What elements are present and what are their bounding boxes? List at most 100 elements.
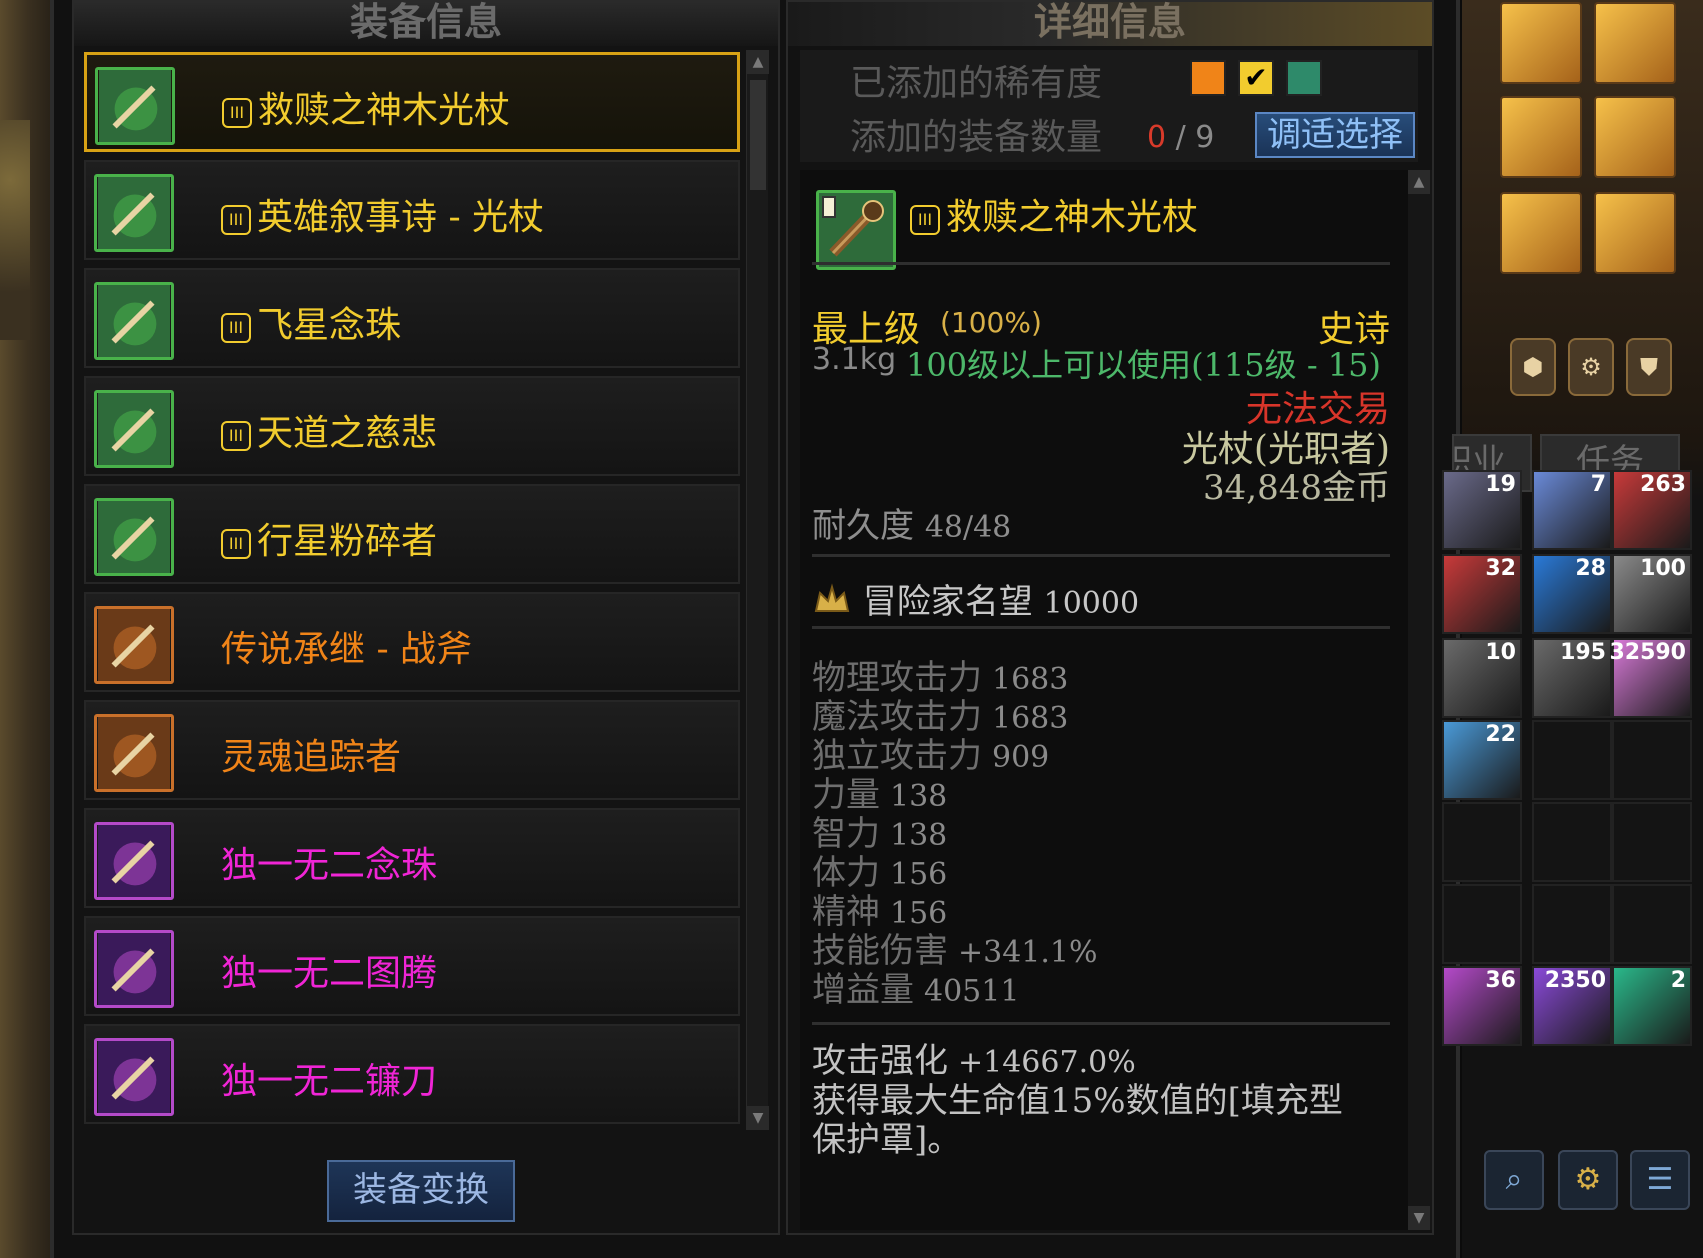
detail-scrollbar[interactable]: ▲ ▼ [1408, 170, 1432, 1230]
adjust-selection-button[interactable]: 调适选择 [1255, 112, 1415, 158]
equipped-accessory-slot[interactable] [1594, 192, 1676, 274]
inventory-slot[interactable]: 2 [1612, 966, 1692, 1046]
scythe-icon [94, 714, 174, 792]
equipped-shoulder-slot[interactable] [1500, 2, 1582, 84]
gear-icon[interactable]: ⚙ [1558, 1150, 1618, 1210]
item-stack-count: 36 [1485, 968, 1516, 993]
rosary-icon [94, 822, 174, 900]
scroll-up-button[interactable]: ▲ [1408, 170, 1430, 194]
equipment-list: III 救赎之神木光杖 III 英雄叙事诗 - 光杖 III 飞星念珠 III 天道之慈悲 II… [84, 52, 740, 1132]
equipment-list-item[interactable]: 传说承继 - 战斧 [84, 592, 740, 692]
item-stack-count: 100 [1640, 556, 1686, 581]
inventory-slot[interactable] [1612, 802, 1692, 882]
inventory-slot[interactable] [1532, 720, 1612, 800]
inventory-slot[interactable]: 28 [1532, 554, 1612, 634]
equipment-item-name: III 飞星念珠 [221, 296, 401, 348]
inventory-slot[interactable]: 2350 [1532, 966, 1612, 1046]
equipment-item-name: 独一无二镰刀 [221, 1061, 438, 1102]
equipped-belt-slot[interactable] [1594, 96, 1676, 178]
inventory-slot[interactable]: 19 [1442, 470, 1522, 550]
inventory-slot[interactable] [1612, 884, 1692, 964]
check-icon: ✔ [1244, 61, 1268, 94]
scroll-thumb[interactable] [750, 80, 766, 190]
scroll-up-button[interactable]: ▲ [747, 50, 769, 74]
item-stack-count: 32 [1485, 556, 1516, 581]
equipment-item-name: III 行星粉碎者 [221, 512, 437, 564]
staff-icon [95, 67, 175, 145]
equipment-item-name: 传说承继 - 战斧 [221, 629, 473, 670]
item-price: 34,848金币 [1203, 468, 1390, 508]
detail-info-panel: 详细信息 已添加的稀有度 ✔ 添加的装备数量 0 / 9 调适选择 III 救赎之… [786, 0, 1434, 1235]
item-stack-count: 263 [1640, 472, 1686, 497]
inventory-slot[interactable] [1532, 802, 1612, 882]
inventory-slot[interactable]: 32590 [1609, 638, 1692, 718]
equipment-item-name: 独一无二念珠 [221, 845, 438, 886]
equipment-list-item[interactable]: 独一无二镰刀 [84, 1024, 740, 1124]
equipment-list-scrollbar[interactable]: ▲ ▼ [746, 50, 769, 1130]
equipped-top-slot[interactable] [1594, 2, 1676, 84]
item-stack-count: 19 [1485, 472, 1516, 497]
inventory-slot[interactable] [1532, 884, 1612, 964]
epic-rarity-toggle[interactable]: ✔ [1238, 60, 1274, 96]
inventory-slot[interactable]: 22 [1442, 720, 1522, 800]
item-weight: 3.1kg [812, 342, 897, 377]
stat-row: 魔法攻击力 1683 [812, 697, 1069, 737]
legend-rarity-toggle[interactable] [1190, 60, 1226, 96]
equipment-item-name: 灵魂追踪者 [221, 737, 402, 778]
gauntlet-icon [94, 390, 174, 468]
inventory-slot[interactable]: 10 [1442, 638, 1522, 718]
equipment-list-item[interactable]: III 行星粉碎者 [84, 484, 740, 584]
divider [812, 1022, 1390, 1025]
scythe-icon [94, 1038, 174, 1116]
inventory-slot[interactable]: 32 [1442, 554, 1522, 634]
adventurer-fame: 冒险家名望 10000 [812, 574, 1139, 623]
equipment-swap-button[interactable]: 装备变换 [327, 1160, 515, 1222]
equipment-list-item[interactable]: III 天道之慈悲 [84, 376, 740, 476]
gear-ring-icon[interactable]: ⚙ [1568, 338, 1614, 396]
divider [812, 554, 1390, 557]
item-durability: 耐久度 48/48 [812, 506, 1012, 546]
rarity-label: 已添加的稀有度 [850, 63, 1103, 104]
cube-icon[interactable]: ⬢ [1510, 338, 1556, 396]
equipment-count-label: 添加的装备数量 [850, 117, 1103, 158]
inventory-slot[interactable]: 100 [1612, 554, 1692, 634]
equipment-list-item[interactable]: III 救赎之神木光杖 [84, 52, 740, 152]
equipped-pants-slot[interactable] [1500, 96, 1582, 178]
item-special-effect: 攻击强化 +14667.0% 获得最大生命值15%数值的[填充型保护罩]。 [812, 1042, 1372, 1160]
inventory-slot[interactable] [1442, 884, 1522, 964]
equipment-list-item[interactable]: III 飞星念珠 [84, 268, 740, 368]
staff-icon [94, 174, 174, 252]
inventory-slot[interactable] [1612, 720, 1692, 800]
stat-row: 体力 156 [812, 853, 948, 893]
item-stack-count: 2350 [1544, 968, 1606, 993]
stat-row: 技能伤害 +341.1% [812, 931, 1098, 971]
equipped-shoes-slot[interactable] [1500, 192, 1582, 274]
inventory-slot[interactable]: 7 [1532, 470, 1612, 550]
inventory-slot[interactable]: 36 [1442, 966, 1522, 1046]
detail-info-title: 详细信息 [788, 2, 1432, 46]
totem-icon [94, 930, 174, 1008]
axe-icon [94, 606, 174, 684]
equipment-list-item[interactable]: III 英雄叙事诗 - 光杖 [84, 160, 740, 260]
scroll-down-button[interactable]: ▼ [1408, 1206, 1430, 1230]
item-stats: 物理攻击力 1683 魔法攻击力 1683 独立攻击力 909 力量 138 智力 138 体力 15… [812, 650, 1098, 1010]
equipment-list-item[interactable]: 灵魂追踪者 [84, 700, 740, 800]
inventory-slot[interactable] [1442, 802, 1522, 882]
attack-enhance: 攻击强化 +14667.0% [812, 1041, 1136, 1081]
character-side-panel: ⬢ ⚙ ⛊ 职业 任务 1972633228100101953259022362… [1442, 0, 1703, 1258]
item-stack-count: 10 [1485, 640, 1516, 665]
list-icon[interactable]: ☰ [1630, 1150, 1690, 1210]
item-grade-percent: (100%) [940, 306, 1042, 339]
rosary-icon [94, 282, 174, 360]
rare-rarity-toggle[interactable] [1286, 60, 1322, 96]
inventory-slot[interactable]: 263 [1612, 470, 1692, 550]
scroll-down-button[interactable]: ▼ [747, 1106, 769, 1130]
divider [812, 262, 1390, 265]
armor-icon[interactable]: ⛊ [1626, 338, 1672, 396]
tonfa-icon [94, 498, 174, 576]
equipment-list-item[interactable]: 独一无二念珠 [84, 808, 740, 908]
stat-row: 物理攻击力 1683 [812, 658, 1069, 698]
search-icon[interactable]: ⌕ [1484, 1150, 1544, 1210]
equipment-list-item[interactable]: 独一无二图腾 [84, 916, 740, 1016]
inventory-slot[interactable]: 195 [1532, 638, 1612, 718]
